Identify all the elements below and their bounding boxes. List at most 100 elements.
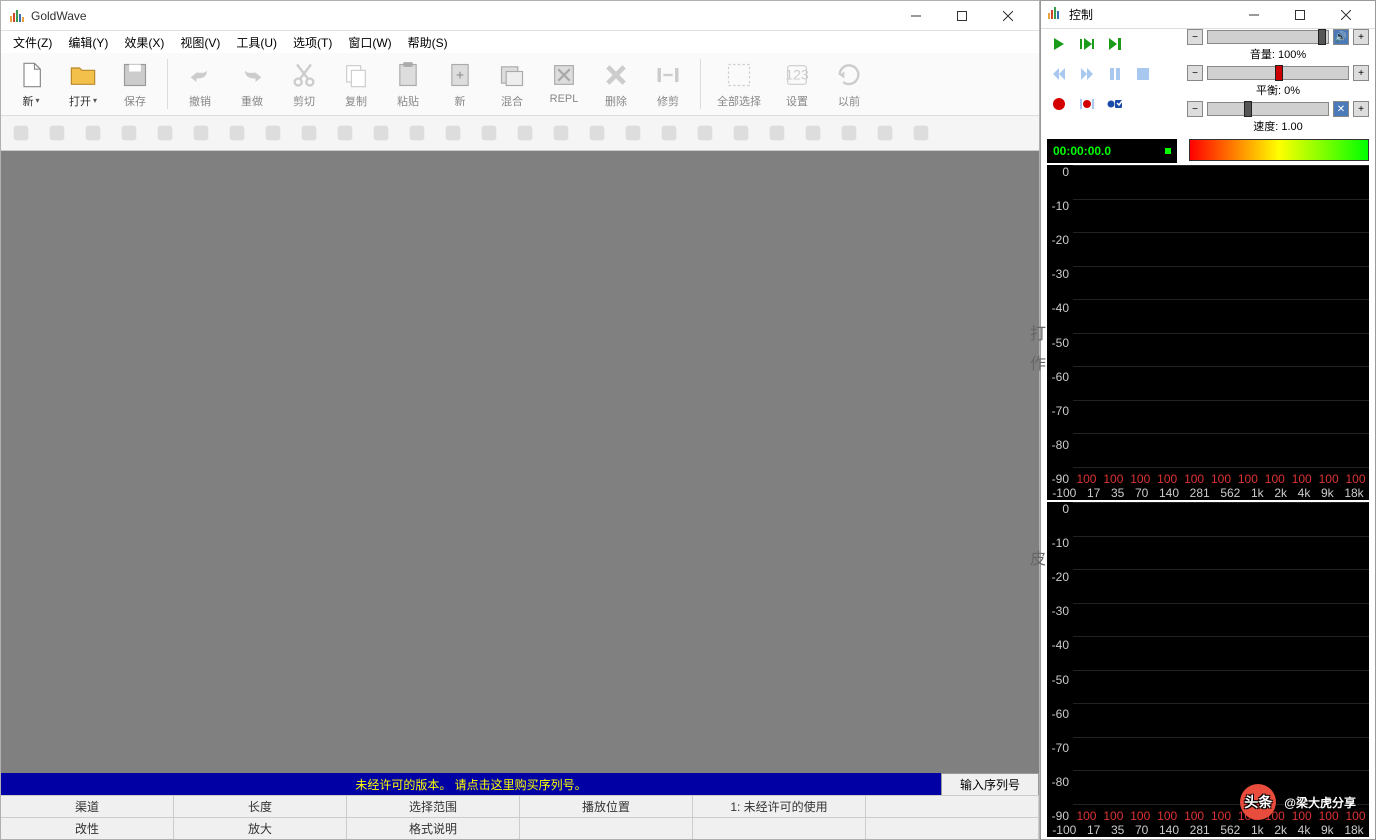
balance-dec-button[interactable]: − (1187, 65, 1203, 81)
svg-text:123: 123 (785, 67, 809, 83)
effect-eq-button (327, 118, 363, 148)
bg-char-3: 皮 (1030, 545, 1046, 569)
folder-open-icon (67, 59, 99, 91)
speed-slider[interactable] (1207, 102, 1329, 116)
stop-button[interactable] (1131, 63, 1155, 85)
effect-ball-button (75, 118, 111, 148)
license-message[interactable]: 未经许可的版本。 请点击这里购买序列号。 (1, 776, 941, 793)
watermark: 头条 @梁大虎分享 (1240, 784, 1356, 820)
app-icon (9, 8, 25, 24)
effect-arrow-r-button (147, 118, 183, 148)
toolbar-previous: 以前 (823, 55, 875, 113)
toolbar-undo: 撤销 (174, 55, 226, 113)
pause-button[interactable] (1103, 63, 1127, 85)
previous-icon (833, 59, 865, 91)
watermark-icon: 头条 (1240, 784, 1276, 820)
volume-mute-icon[interactable]: 🔊 (1333, 29, 1349, 45)
replace-icon (548, 59, 580, 91)
effect-wave-button (183, 118, 219, 148)
menu-2[interactable]: 效果(X) (116, 32, 172, 53)
control-icon (1047, 5, 1063, 24)
effect-sliders-button (471, 118, 507, 148)
effect-cycle-button (291, 118, 327, 148)
record-selection-button[interactable] (1075, 93, 1099, 115)
record-button[interactable] (1047, 93, 1071, 115)
effect-record-button (3, 118, 39, 148)
level-meter (1189, 139, 1369, 161)
status1-cell-3: 播放位置 (520, 796, 693, 817)
effect-vol-x-button (831, 118, 867, 148)
effect-disc-button (435, 118, 471, 148)
titlebar: GoldWave (1, 1, 1039, 31)
toolbar-replace: REPL (538, 55, 590, 113)
forward-button[interactable] (1075, 63, 1099, 85)
toolbar-delete: 删除 (590, 55, 642, 113)
effect-barrel-button (543, 118, 579, 148)
effect-xy-button (111, 118, 147, 148)
ctrl-maximize-button[interactable] (1277, 1, 1323, 29)
status2-cell-3 (520, 818, 693, 839)
toolbar-redo: 重做 (226, 55, 278, 113)
toolbar-select-all: 全部选择 (707, 55, 771, 113)
menu-3[interactable]: 视图(V) (172, 32, 228, 53)
trim-icon (652, 59, 684, 91)
toolbar-save: 保存 (109, 55, 161, 113)
minimize-button[interactable] (893, 2, 939, 30)
effect-vol-1-button (903, 118, 939, 148)
effect-stack-button (507, 118, 543, 148)
menu-7[interactable]: 帮助(S) (400, 32, 456, 53)
speed-label: 速度: 1.00 (1181, 117, 1375, 137)
paste-new-icon: + (444, 59, 476, 91)
volume-slider[interactable] (1207, 30, 1329, 44)
toolbar-paste: 粘贴 (382, 55, 434, 113)
effect-arrow-rr-button (363, 118, 399, 148)
status2-cell-0: 改性 (1, 818, 174, 839)
menu-5[interactable]: 选项(T) (285, 32, 340, 53)
time-display: 00:00:00.0 (1047, 139, 1177, 163)
effect-arrow-l-button (399, 118, 435, 148)
maximize-button[interactable] (939, 2, 985, 30)
enter-serial-button[interactable]: 输入序列号 (941, 773, 1039, 796)
transport-controls (1041, 29, 1181, 59)
undo-icon (184, 59, 216, 91)
effect-car-button (651, 118, 687, 148)
toolbar-folder-open[interactable]: 打开▾ (57, 55, 109, 113)
speed-inc-button[interactable]: + (1353, 101, 1369, 117)
volume-inc-button[interactable]: + (1353, 29, 1369, 45)
speed-reset-icon[interactable]: ✕ (1333, 101, 1349, 117)
cut-icon (288, 59, 320, 91)
menu-0[interactable]: 文件(Z) (5, 32, 60, 53)
status1-cell-1: 长度 (174, 796, 347, 817)
redo-icon (236, 59, 268, 91)
effect-gear-button (255, 118, 291, 148)
play-selection-button[interactable] (1075, 33, 1099, 55)
effect-vol-0-button (867, 118, 903, 148)
volume-slider-row: − 🔊 + (1181, 29, 1375, 45)
menubar: 文件(Z)编辑(Y)效果(X)视图(V)工具(U)选项(T)窗口(W)帮助(S) (1, 31, 1039, 53)
menu-1[interactable]: 编辑(Y) (60, 32, 116, 53)
play-end-button[interactable] (1103, 33, 1127, 55)
toolbar-file-new[interactable]: 新▾ (5, 55, 57, 113)
rewind-button[interactable] (1047, 63, 1071, 85)
bg-char-2: 作 (1030, 350, 1046, 374)
effect-updown-button (39, 118, 75, 148)
goldwave-main-window: GoldWave 文件(Z)编辑(Y)效果(X)视图(V)工具(U)选项(T)窗… (0, 0, 1040, 840)
save-icon (119, 59, 151, 91)
status1-cell-5 (866, 796, 1039, 817)
toolbar-copy: 复制 (330, 55, 382, 113)
ctrl-close-button[interactable] (1323, 1, 1369, 29)
loop-toggle[interactable] (1103, 93, 1127, 115)
speed-dec-button[interactable]: − (1187, 101, 1203, 117)
control-title: 控制 (1069, 6, 1231, 23)
set-marker-icon: 123 (781, 59, 813, 91)
play-button[interactable] (1047, 33, 1071, 55)
ctrl-minimize-button[interactable] (1231, 1, 1277, 29)
balance-slider[interactable] (1207, 66, 1349, 80)
close-button[interactable] (985, 2, 1031, 30)
toolbar-set-marker: 123设置 (771, 55, 823, 113)
volume-dec-button[interactable]: − (1187, 29, 1203, 45)
balance-inc-button[interactable]: + (1353, 65, 1369, 81)
menu-6[interactable]: 窗口(W) (340, 32, 399, 53)
menu-4[interactable]: 工具(U) (228, 32, 285, 53)
control-window: 控制 (1040, 0, 1376, 840)
